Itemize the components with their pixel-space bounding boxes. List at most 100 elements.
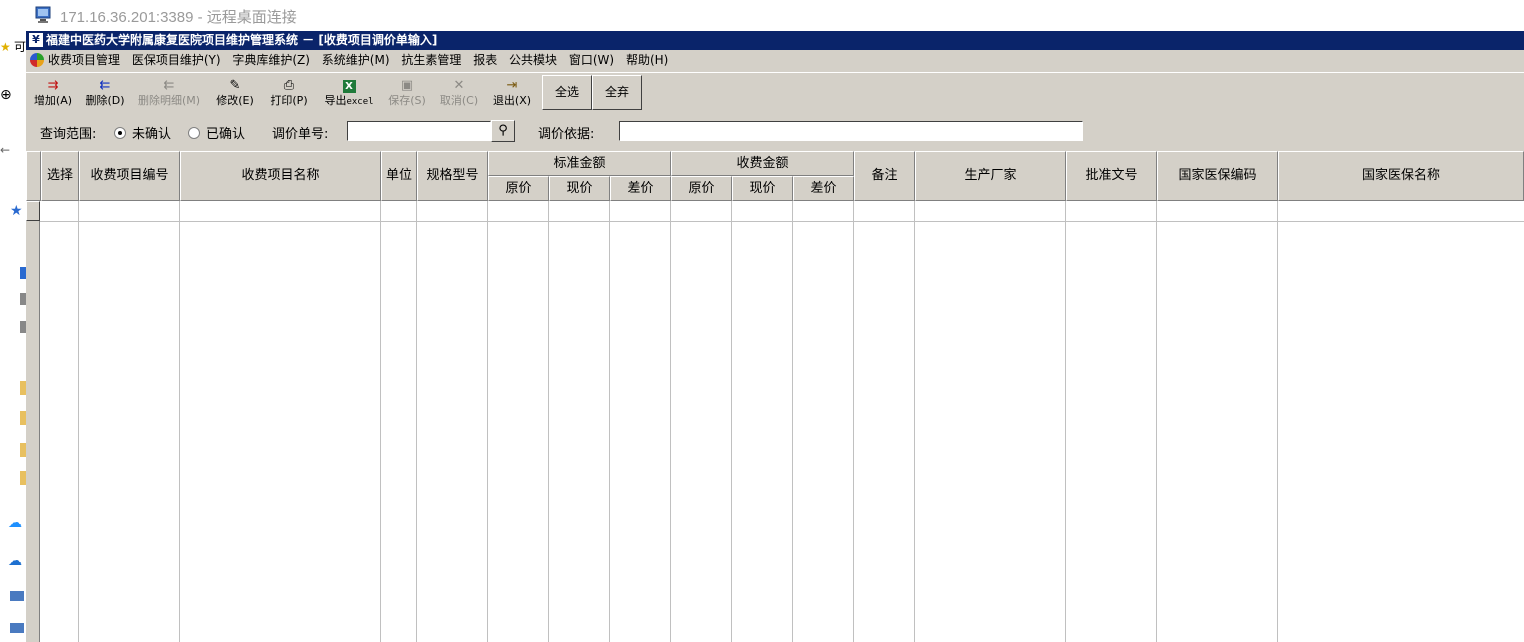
delete-button[interactable]: ⇇ 删除(D) bbox=[82, 76, 128, 110]
app-title-bar: ¥ 福建中医药大学附属康复医院项目维护管理系统 － [收费项目调价单输入] bbox=[26, 31, 1524, 50]
menu-insurance[interactable]: 医保项目维护(Y) bbox=[128, 50, 225, 70]
radio-dot bbox=[114, 127, 126, 139]
col-approval-no[interactable]: 批准文号 bbox=[1066, 151, 1157, 201]
grid-divider bbox=[609, 201, 610, 642]
table-row[interactable] bbox=[40, 221, 1524, 222]
basis-input[interactable] bbox=[619, 121, 1083, 141]
price-adjust-grid: 选择 收费项目编号 收费项目名称 单位 规格型号 标准金额 原价 现价 差价 收… bbox=[26, 151, 1524, 642]
grid-divider bbox=[670, 201, 671, 642]
doc-no-input[interactable] bbox=[347, 121, 491, 141]
export-excel-button[interactable]: X 导出excel bbox=[320, 76, 378, 110]
col-insurance-name[interactable]: 国家医保名称 bbox=[1278, 151, 1524, 201]
row-indicator[interactable] bbox=[26, 201, 40, 221]
col-remark[interactable]: 备注 bbox=[854, 151, 915, 201]
excel-icon: X bbox=[320, 78, 378, 94]
col-unit[interactable]: 单位 bbox=[381, 151, 417, 201]
grid-divider bbox=[487, 201, 488, 642]
grid-divider bbox=[416, 201, 417, 642]
app-window: ¥ 福建中医药大学附属康复医院项目维护管理系统 － [收费项目调价单输入] 收费项… bbox=[26, 31, 1524, 642]
grid-divider bbox=[179, 201, 180, 642]
search-binoculars-button[interactable]: ⚲ bbox=[491, 120, 515, 142]
favorite-star-icon[interactable]: ★ bbox=[10, 203, 23, 219]
row-indicator-column bbox=[26, 201, 40, 642]
add-row-icon: ⇉ bbox=[47, 78, 59, 93]
grid-divider bbox=[380, 201, 381, 642]
menu-system[interactable]: 系统维护(M) bbox=[318, 50, 394, 70]
menu-common[interactable]: 公共模块 bbox=[505, 50, 561, 70]
export-label: 导出 bbox=[324, 94, 347, 107]
menu-bar: 收费项目管理 医保项目维护(Y) 字典库维护(Z) 系统维护(M) 抗生素管理 … bbox=[26, 50, 1524, 70]
grid-divider bbox=[792, 201, 793, 642]
history-icon[interactable]: ⊕ bbox=[0, 87, 12, 103]
cancel-label: 取消(C) bbox=[439, 94, 479, 107]
app-title-text: 福建中医药大学附属康复医院项目维护管理系统 － [收费项目调价单输入] bbox=[46, 33, 438, 47]
binoculars-icon: ⚲ bbox=[498, 123, 508, 138]
exit-door-icon: ⇥ bbox=[506, 78, 518, 93]
exit-button[interactable]: ⇥ 退出(X) bbox=[489, 76, 535, 110]
toolbar: ⇉ 增加(A) ⇇ 删除(D) ⇇ 删除明细(M) ✎ 修改(E) ⎙ 打印(P… bbox=[26, 72, 1524, 113]
delete-detail-button[interactable]: ⇇ 删除明细(M) bbox=[134, 76, 204, 110]
cloud-icon[interactable]: ☁ bbox=[8, 515, 22, 531]
add-label: 增加(A) bbox=[33, 94, 73, 107]
computer-icon[interactable] bbox=[10, 591, 24, 601]
menu-reports[interactable]: 报表 bbox=[469, 50, 501, 70]
rdp-window-title: 171.16.36.201:3389 - 远程桌面连接 bbox=[60, 9, 297, 26]
save-button[interactable]: ▣ 保存(S) bbox=[384, 76, 430, 110]
col-item-name[interactable]: 收费项目名称 bbox=[180, 151, 381, 201]
col-fee-diff[interactable]: 差价 bbox=[793, 176, 854, 201]
menu-dictionary[interactable]: 字典库维护(Z) bbox=[228, 50, 314, 70]
edit-label: 修改(E) bbox=[216, 94, 254, 107]
cancel-button[interactable]: ✕ 取消(C) bbox=[436, 76, 482, 110]
col-spec[interactable]: 规格型号 bbox=[417, 151, 488, 201]
grid-divider bbox=[853, 201, 854, 642]
edit-button[interactable]: ✎ 修改(E) bbox=[212, 76, 258, 110]
col-std-diff[interactable]: 差价 bbox=[610, 176, 671, 201]
local-text-fragment: 可 bbox=[14, 40, 27, 54]
local-desktop-strip: ★ 可 ⊕ ← ★ ☁ ☁ bbox=[0, 31, 26, 642]
delete-label: 删除(D) bbox=[85, 94, 125, 107]
radio-confirmed-label: 已确认 bbox=[206, 127, 246, 142]
menu-fee-items[interactable]: 收费项目管理 bbox=[26, 50, 124, 70]
deselect-all-button[interactable]: 全弃 bbox=[592, 75, 642, 110]
radio-unconfirmed-label: 未确认 bbox=[132, 127, 172, 142]
print-button[interactable]: ⎙ 打印(P) bbox=[266, 76, 312, 110]
radio-unconfirmed[interactable]: 未确认 bbox=[114, 123, 171, 142]
query-scope-label: 查询范围: bbox=[40, 127, 97, 142]
app-logo-icon: ¥ bbox=[29, 33, 43, 47]
grid-divider bbox=[1156, 201, 1157, 642]
menu-antibiotics[interactable]: 抗生素管理 bbox=[397, 50, 465, 70]
col-group-fee[interactable]: 收费金额 bbox=[671, 151, 854, 176]
radio-confirmed[interactable]: 已确认 bbox=[188, 123, 245, 142]
grid-divider bbox=[78, 201, 79, 642]
delete-row-icon: ⇇ bbox=[99, 78, 111, 93]
select-all-button[interactable]: 全选 bbox=[542, 75, 592, 110]
col-insurance-code[interactable]: 国家医保编码 bbox=[1157, 151, 1278, 201]
export-format-label: excel bbox=[346, 97, 374, 107]
col-select[interactable]: 选择 bbox=[41, 151, 79, 201]
back-arrow-icon[interactable]: ← bbox=[0, 143, 10, 157]
add-button[interactable]: ⇉ 增加(A) bbox=[30, 76, 76, 110]
menu-window[interactable]: 窗口(W) bbox=[565, 50, 618, 70]
col-std-current[interactable]: 现价 bbox=[549, 176, 610, 201]
col-item-code[interactable]: 收费项目编号 bbox=[79, 151, 180, 201]
menu-label: 收费项目管理 bbox=[48, 53, 121, 67]
printer-icon: ⎙ bbox=[283, 78, 295, 93]
menu-help[interactable]: 帮助(H) bbox=[622, 50, 672, 70]
rdp-title-bar: 171.16.36.201:3389 - 远程桌面连接 bbox=[0, 0, 1524, 31]
col-manufacturer[interactable]: 生产厂家 bbox=[915, 151, 1066, 201]
grid-divider bbox=[1277, 201, 1278, 642]
edit-icon: ✎ bbox=[229, 78, 241, 93]
exit-label: 退出(X) bbox=[492, 94, 532, 107]
print-label: 打印(P) bbox=[270, 94, 308, 107]
save-icon: ▣ bbox=[400, 78, 414, 93]
computer-icon[interactable] bbox=[10, 623, 24, 633]
grid-divider bbox=[731, 201, 732, 642]
star-icon: ★ bbox=[0, 40, 11, 54]
col-std-original[interactable]: 原价 bbox=[488, 176, 549, 201]
onedrive-icon[interactable]: ☁ bbox=[8, 553, 22, 569]
query-bar: 查询范围: 未确认 已确认 调价单号: ⚲ 调价依据: bbox=[26, 114, 1524, 150]
col-fee-original[interactable]: 原价 bbox=[671, 176, 732, 201]
col-group-standard[interactable]: 标准金额 bbox=[488, 151, 671, 176]
col-fee-current[interactable]: 现价 bbox=[732, 176, 793, 201]
remote-desktop-icon bbox=[35, 6, 51, 23]
